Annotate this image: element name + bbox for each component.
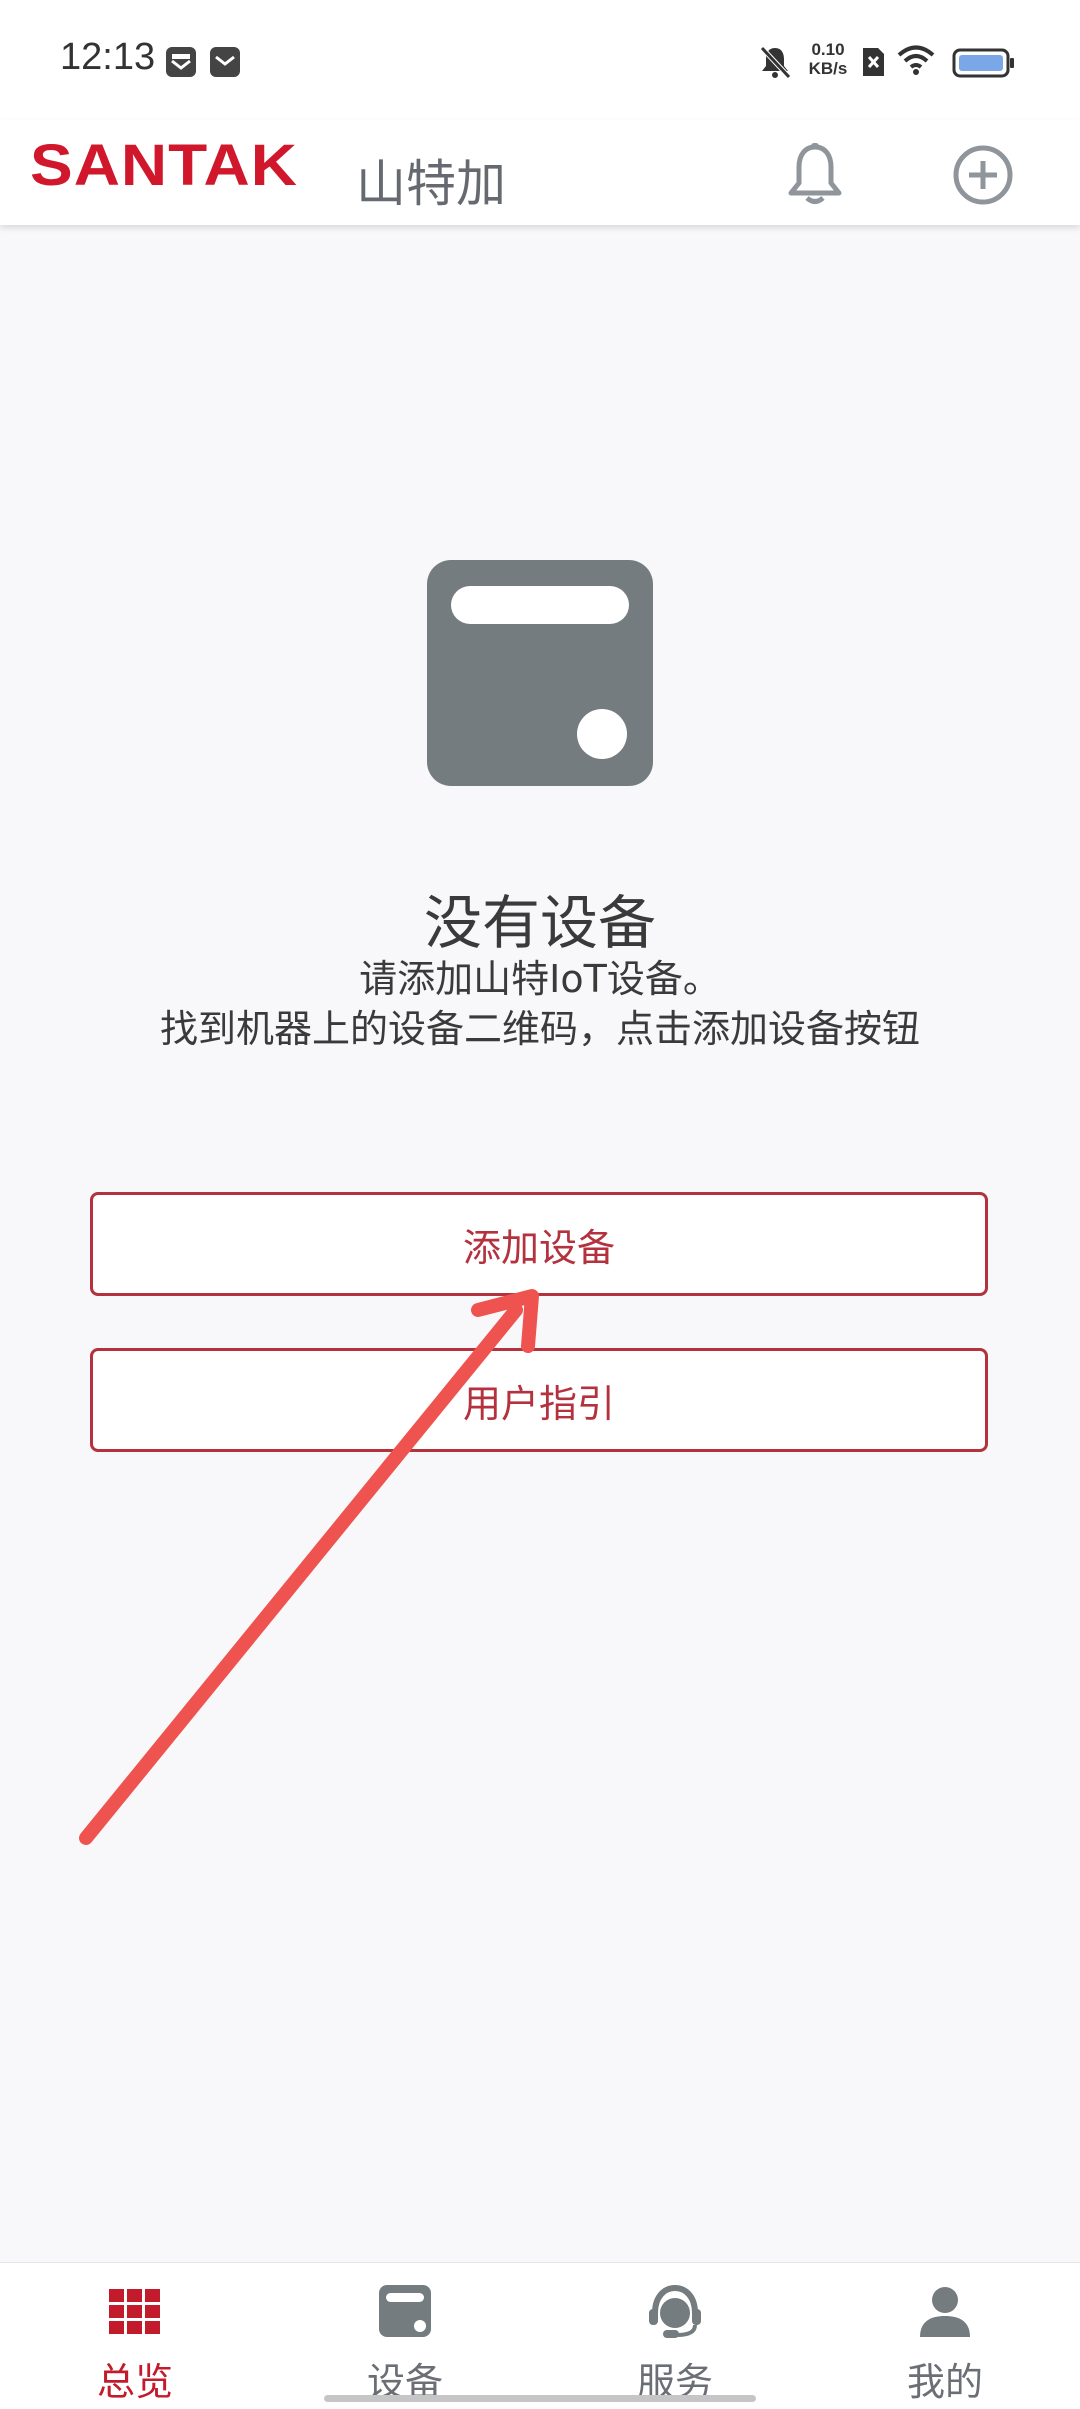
status-bar: 12:13 0.10 KB/s <box>0 0 1080 120</box>
nav-overview[interactable]: 总览 <box>0 2263 270 2409</box>
nav-profile-label: 我的 <box>906 2360 983 2404</box>
brand-name: 山特加 <box>356 155 506 213</box>
headset-icon <box>649 2284 701 2338</box>
app-header: SANTAK 山特加 <box>0 120 1080 225</box>
wifi-icon <box>897 45 935 75</box>
device-icon <box>379 2285 431 2337</box>
plus-circle-icon <box>953 145 1013 205</box>
mail-notification-icon <box>166 47 196 77</box>
nav-overview-label: 总览 <box>96 2360 173 2404</box>
battery-icon <box>952 48 1014 78</box>
empty-state-line-1: 请添加山特IoT设备。 <box>359 957 721 1001</box>
nav-service[interactable]: 服务 <box>540 2263 810 2409</box>
home-indicator <box>324 2395 756 2402</box>
add-button[interactable] <box>948 140 1018 210</box>
person-icon <box>920 2287 970 2337</box>
netspeed-unit: KB/s <box>808 59 848 78</box>
mute-bell-icon <box>760 46 791 79</box>
brand-logo: SANTAK <box>30 131 298 199</box>
empty-state-title: 没有设备 <box>423 889 656 957</box>
message-notification-icon <box>210 47 240 77</box>
status-time: 12:13 <box>60 36 156 78</box>
bell-icon <box>788 143 842 204</box>
add-device-button[interactable]: 添加设备 <box>90 1192 988 1296</box>
grid-icon <box>109 2289 160 2334</box>
bottom-nav: 总览 设备 服务 我的 <box>0 2262 1080 2409</box>
nav-devices[interactable]: 设备 <box>270 2263 540 2409</box>
notifications-button[interactable] <box>780 140 850 210</box>
user-guide-button[interactable]: 用户指引 <box>90 1348 988 1452</box>
empty-state-line-2: 找到机器上的设备二维码，点击添加设备按钮 <box>160 1007 921 1051</box>
netspeed-value: 0.10 <box>811 40 845 59</box>
device-placeholder-icon <box>427 560 653 786</box>
empty-state-description: 请添加山特IoT设备。 找到机器上的设备二维码，点击添加设备按钮 <box>160 954 920 1054</box>
netspeed-indicator: 0.10 KB/s <box>800 40 856 78</box>
nav-profile[interactable]: 我的 <box>810 2263 1080 2409</box>
sim-no-signal-icon <box>863 48 884 76</box>
